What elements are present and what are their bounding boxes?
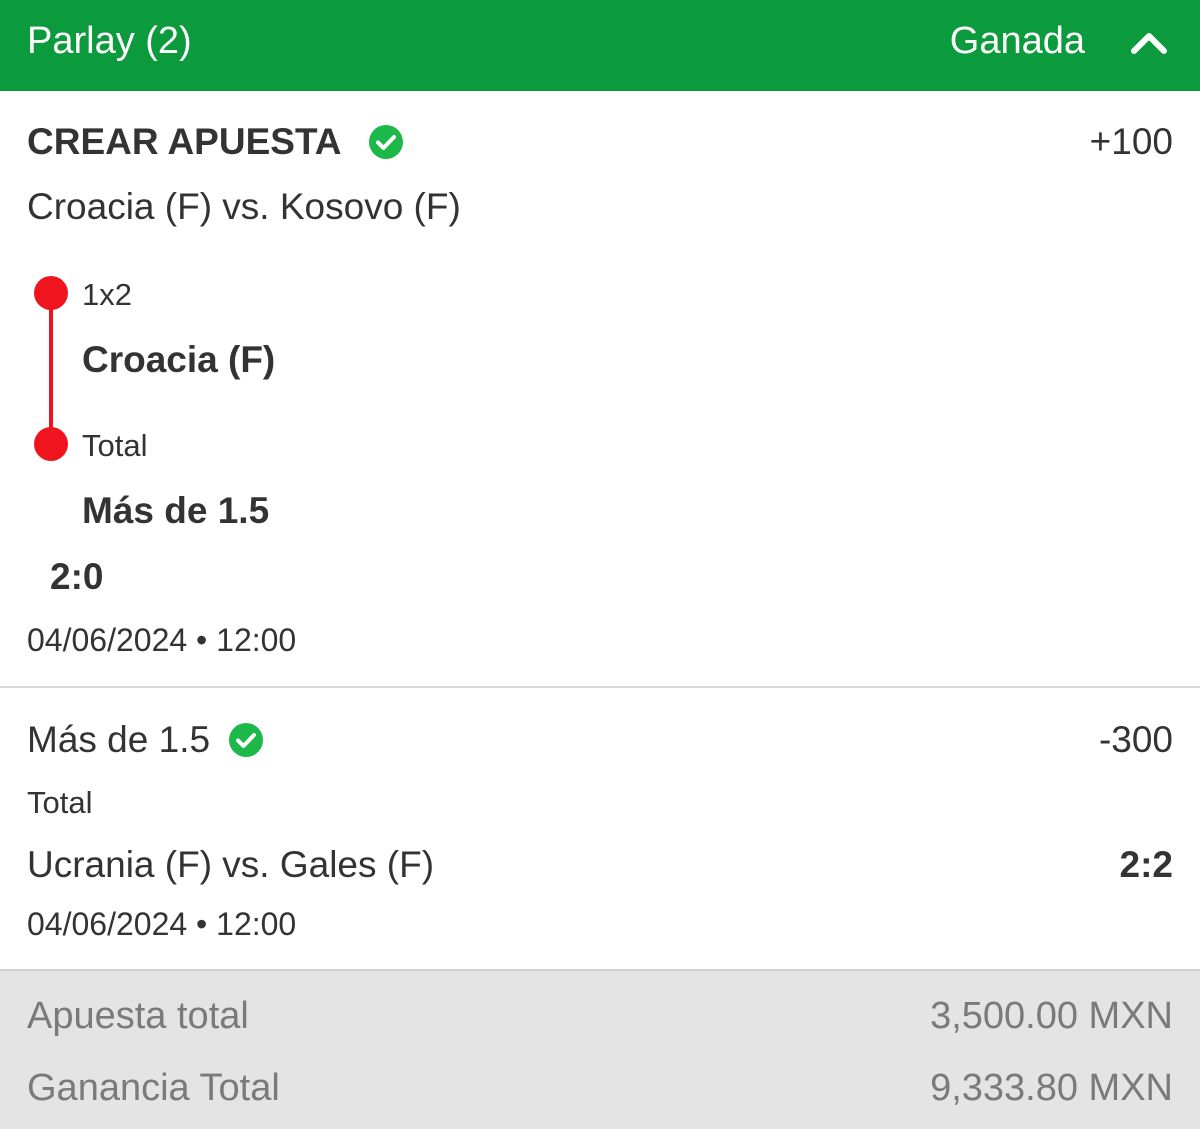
check-circle-icon [229, 723, 263, 757]
leg-pick: Más de 1.5 [27, 719, 211, 760]
parlay-header[interactable]: Parlay (2) Ganada [0, 0, 1200, 91]
parlay-title: Parlay (2) [27, 20, 192, 62]
stake-label: Apuesta total [27, 995, 249, 1037]
payout-value: 9,333.80 MXN [930, 1067, 1173, 1109]
leg-odds: -300 [1098, 719, 1173, 760]
match-name: Croacia (F) vs. Kosovo (F) [27, 186, 461, 227]
selection-dot [34, 427, 68, 461]
match-score: 2:2 [1119, 844, 1173, 885]
bet-summary: Apuesta total 3,500.00 MXN Ganancia Tota… [0, 971, 1200, 1129]
bet-builder-leg: CREAR APUESTA +100 Croacia (F) vs. Kosov… [0, 91, 1200, 687]
selection-market: Total [82, 428, 148, 463]
match-datetime: 04/06/2024 • 12:00 [27, 622, 297, 658]
stake-value: 3,500.00 MXN [930, 995, 1173, 1037]
match-name: Ucrania (F) vs. Gales (F) [27, 844, 435, 885]
match-score: 2:0 [50, 556, 104, 597]
selection-market: 1x2 [82, 277, 132, 312]
payout-label: Ganancia Total [27, 1067, 280, 1109]
check-circle-icon [369, 125, 403, 159]
match-datetime: 04/06/2024 • 12:00 [27, 906, 297, 942]
leg-odds: +100 [1089, 121, 1173, 162]
selection-dot [34, 276, 68, 310]
selection-pick: Croacia (F) [82, 339, 276, 380]
leg-market: Total [27, 785, 93, 820]
chevron-up-icon[interactable] [1130, 27, 1168, 57]
bet-status: Ganada [949, 20, 1085, 62]
single-leg: Más de 1.5 -300 Total Ucrania (F) vs. Ga… [0, 688, 1200, 970]
selection-pick: Más de 1.5 [82, 490, 270, 531]
selection-timeline [49, 293, 53, 443]
leg-title: CREAR APUESTA [27, 121, 342, 162]
